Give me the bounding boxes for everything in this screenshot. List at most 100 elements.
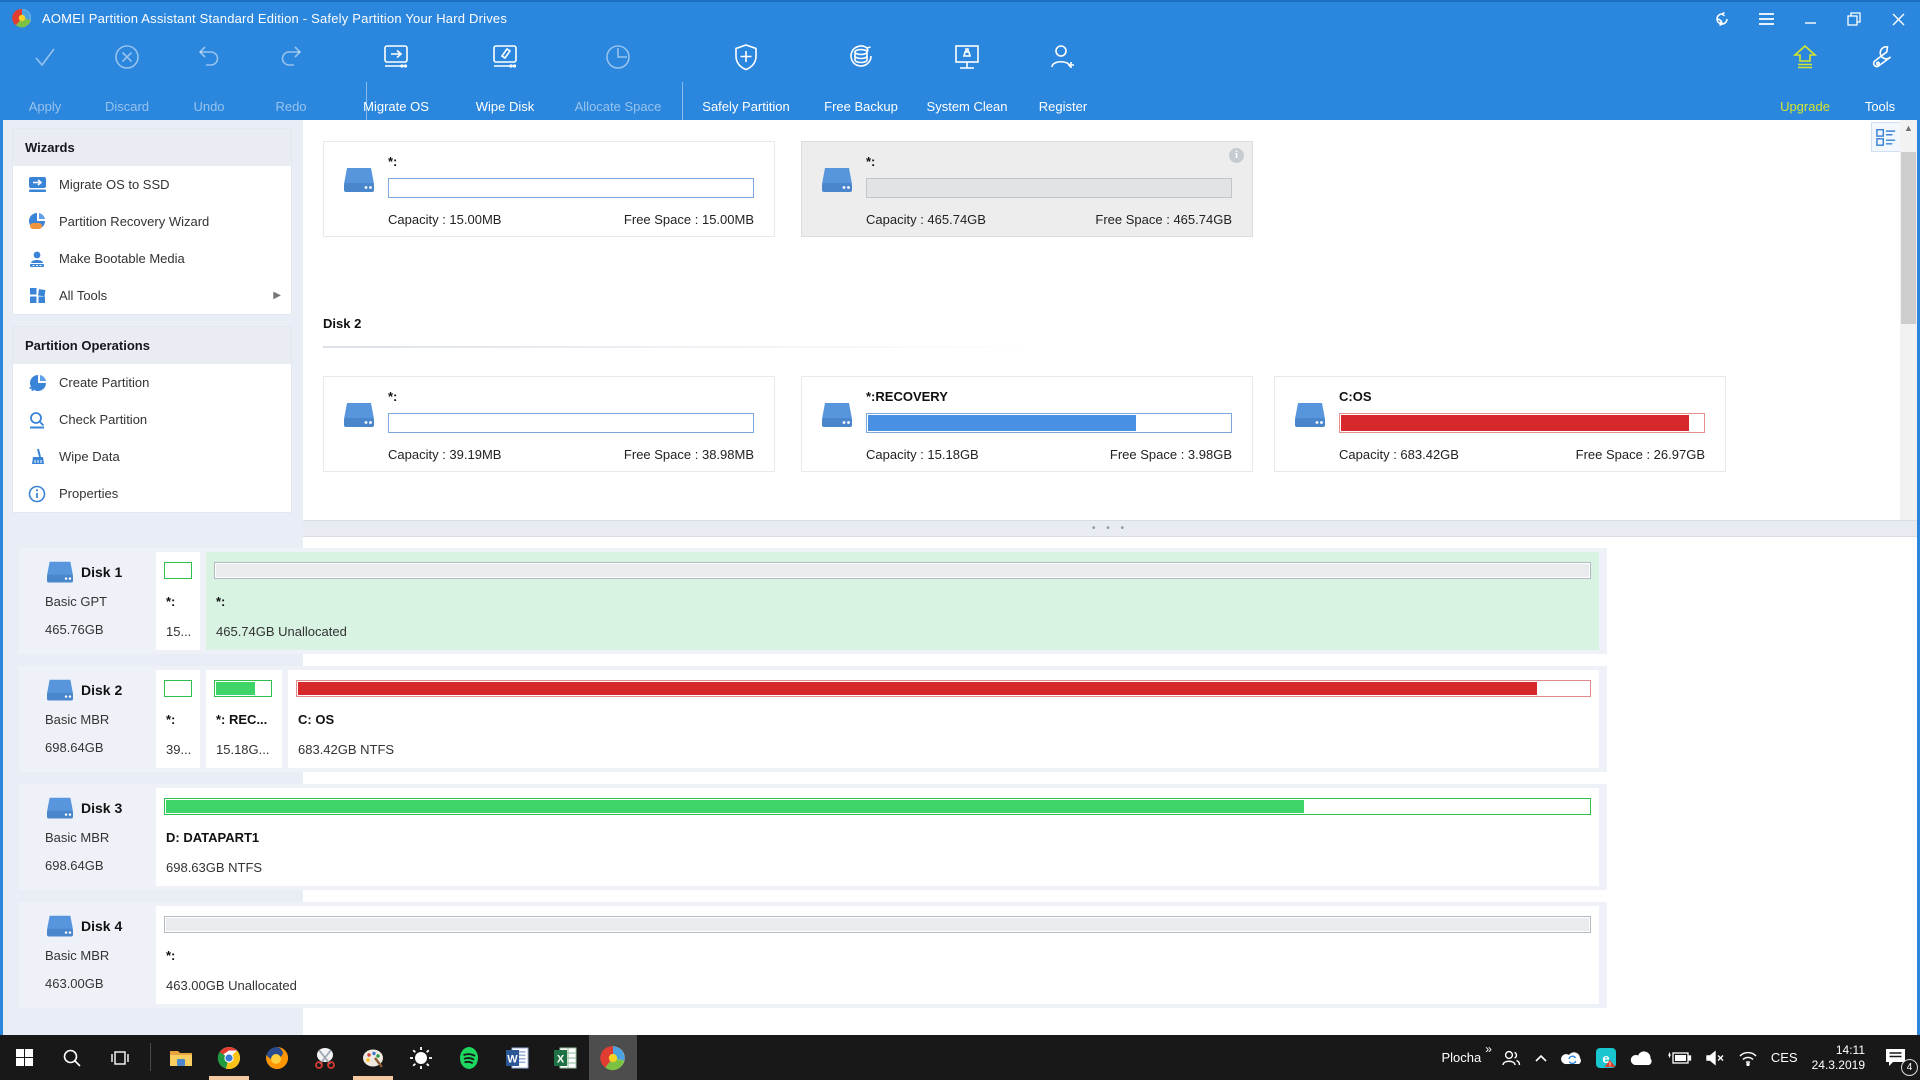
system-clean-button[interactable]: System Clean xyxy=(912,42,1022,114)
redo-button[interactable]: Redo xyxy=(236,42,346,114)
sidebar-item-properties[interactable]: Properties xyxy=(13,475,291,512)
partition-cell[interactable]: *: 463.00GB Unallocated xyxy=(156,906,1599,1004)
sidebar-item-partition-recovery-wizard[interactable]: Partition Recovery Wizard xyxy=(13,203,291,240)
disk-name: Disk 2 xyxy=(81,682,122,698)
file-explorer-button[interactable] xyxy=(157,1035,205,1080)
partition-card[interactable]: *:RECOVERY Capacity : 15.18GB Free Space… xyxy=(801,376,1253,472)
safely-partition-button[interactable]: Safely Partition xyxy=(691,42,801,114)
notification-count-badge: 4 xyxy=(1901,1059,1918,1076)
partition-cell[interactable]: *: 39... xyxy=(156,670,200,768)
drive-icon xyxy=(820,401,854,431)
scroll-up-icon[interactable]: ▲ xyxy=(1900,120,1917,136)
spotify-button[interactable] xyxy=(445,1035,493,1080)
magnifier-icon xyxy=(27,410,47,430)
drive-icon xyxy=(45,560,75,586)
clock[interactable]: 14:11 24.3.2019 xyxy=(1808,1035,1869,1080)
disk-group-label: Disk 2 xyxy=(323,316,361,331)
menu-icon[interactable] xyxy=(1744,2,1788,36)
close-icon[interactable] xyxy=(1876,2,1920,36)
usage-bar xyxy=(164,916,1591,933)
panel-splitter[interactable]: • • • xyxy=(303,520,1917,537)
disk-type: Basic MBR xyxy=(45,948,109,963)
partition-card[interactable]: *: Capacity : 15.00MB Free Space : 15.00… xyxy=(323,141,775,237)
sidebar-item-label: Make Bootable Media xyxy=(59,251,185,266)
firefox-icon xyxy=(265,1046,289,1070)
drive-icon xyxy=(342,166,376,196)
aomei-taskbar-button[interactable] xyxy=(589,1035,637,1080)
allocate-space-button[interactable]: Allocate Space xyxy=(563,42,673,114)
volume-muted-icon[interactable] xyxy=(1702,1035,1728,1080)
sidebar-item-all-tools[interactable]: All Tools ▶ xyxy=(13,277,291,314)
partition-label: D: DATAPART1 xyxy=(166,830,259,845)
partition-label: C: OS xyxy=(298,712,334,727)
migrate-os-button[interactable]: Migrate OS xyxy=(341,42,451,114)
word-button[interactable]: W xyxy=(493,1035,541,1080)
disk-type: Basic MBR xyxy=(45,712,109,727)
partition-cell[interactable]: D: DATAPART1 698.63GB NTFS xyxy=(156,788,1599,886)
partition-card-selected[interactable]: *: Capacity : 465.74GB Free Space : 465.… xyxy=(801,141,1253,237)
partition-cell[interactable]: *: 15... xyxy=(156,552,200,650)
sidebar-item-migrate-os-to-ssd[interactable]: Migrate OS to SSD xyxy=(13,166,291,203)
taskbar-search-button[interactable] xyxy=(48,1035,96,1080)
partition-cell[interactable]: *: REC... 15.18G... xyxy=(206,670,282,768)
usage-bar xyxy=(164,680,192,697)
excel-icon: X xyxy=(553,1046,577,1070)
partition-card[interactable]: C:OS Capacity : 683.42GB Free Space : 26… xyxy=(1274,376,1726,472)
info-icon[interactable]: i xyxy=(1229,148,1244,163)
excel-button[interactable]: X xyxy=(541,1035,589,1080)
main-window-body: Wizards Migrate OS to SSD Partition Reco… xyxy=(0,120,1920,1035)
sun-app-button[interactable] xyxy=(397,1035,445,1080)
firefox-button[interactable] xyxy=(253,1035,301,1080)
partition-cell-selected[interactable]: *: 465.74GB Unallocated xyxy=(206,552,1599,650)
snipping-tool-button[interactable] xyxy=(301,1035,349,1080)
partition-cell[interactable]: C: OS 683.42GB NTFS xyxy=(288,670,1599,768)
free-space-label: Free Space : 26.97GB xyxy=(1576,447,1705,462)
usage-bar xyxy=(164,562,192,579)
list-view-toggle-icon[interactable] xyxy=(1871,122,1901,152)
restore-icon[interactable] xyxy=(1832,2,1876,36)
usage-bar xyxy=(866,178,1232,198)
wifi-icon[interactable] xyxy=(1735,1035,1761,1080)
sidebar-item-make-bootable-media[interactable]: Make Bootable Media xyxy=(13,240,291,277)
vertical-scrollbar[interactable]: ▲ ▼ xyxy=(1900,120,1917,537)
word-icon: W xyxy=(505,1046,529,1070)
eset-antivirus-icon[interactable]: e! xyxy=(1593,1035,1619,1080)
partition-label: *: xyxy=(166,948,175,963)
partition-name: C:OS xyxy=(1339,389,1372,404)
tools-button[interactable]: Tools xyxy=(1825,42,1920,114)
check-icon xyxy=(30,42,60,72)
disk-name: Disk 3 xyxy=(81,800,122,816)
cloud-sync-icon[interactable] xyxy=(1558,1035,1586,1080)
upgrade-house-icon xyxy=(1790,42,1820,72)
windows-logo-icon xyxy=(16,1049,33,1066)
sidebar-item-label: Migrate OS to SSD xyxy=(59,177,170,192)
disk-row-3: Disk 3 Basic MBR 698.64GB D: DATAPART1 6… xyxy=(19,784,1607,890)
hidden-icons-chevron[interactable] xyxy=(1531,1035,1551,1080)
language-indicator[interactable]: CES xyxy=(1768,1035,1801,1080)
register-button[interactable]: Register xyxy=(1008,42,1118,114)
minimize-icon[interactable] xyxy=(1788,2,1832,36)
partition-size: 39... xyxy=(166,742,191,757)
partition-card[interactable]: *: Capacity : 39.19MB Free Space : 38.98… xyxy=(323,376,775,472)
battery-icon[interactable] xyxy=(1663,1035,1695,1080)
people-icon[interactable] xyxy=(1498,1035,1524,1080)
sidebar-item-create-partition[interactable]: Create Partition xyxy=(13,364,291,401)
drive-icon xyxy=(45,914,75,940)
sidebar-item-wipe-data[interactable]: Wipe Data xyxy=(13,438,291,475)
free-space-label: Free Space : 15.00MB xyxy=(624,212,754,227)
onedrive-icon[interactable] xyxy=(1626,1035,1656,1080)
scrollbar-thumb[interactable] xyxy=(1901,152,1916,324)
disk-name: Disk 4 xyxy=(81,918,122,934)
task-view-button[interactable] xyxy=(96,1035,144,1080)
wipe-disk-button[interactable]: Wipe Disk xyxy=(450,42,560,114)
notification-center-button[interactable]: 4 xyxy=(1876,1035,1914,1080)
usage-bar xyxy=(164,798,1591,815)
desktop-toolbar[interactable]: Plocha » xyxy=(1438,1035,1490,1080)
start-button[interactable] xyxy=(0,1035,48,1080)
sidebar-item-check-partition[interactable]: Check Partition xyxy=(13,401,291,438)
free-backup-button[interactable]: Free Backup xyxy=(806,42,916,114)
task-view-icon xyxy=(110,1048,130,1068)
refresh-icon[interactable] xyxy=(1700,2,1744,36)
chrome-button[interactable] xyxy=(205,1035,253,1080)
paint-button[interactable] xyxy=(349,1035,397,1080)
